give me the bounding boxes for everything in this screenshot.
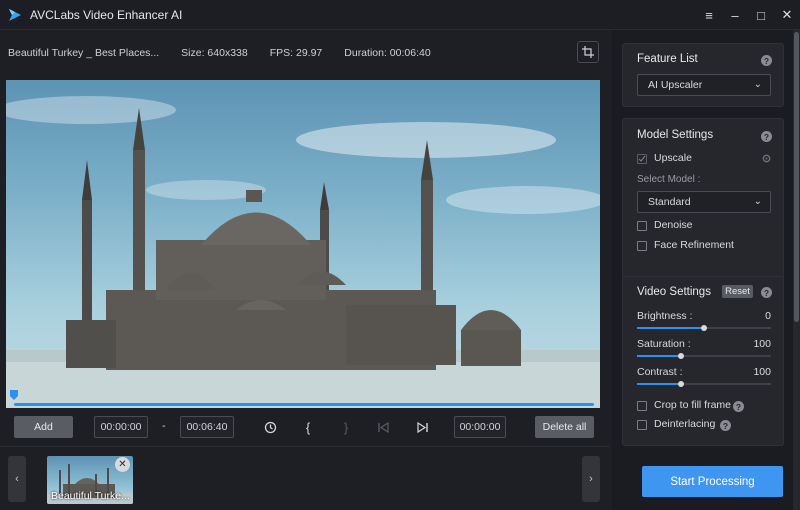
close-icon[interactable]: ✕ bbox=[774, 0, 800, 30]
main-panel: Beautiful Turkey _ Best Places... Size: … bbox=[0, 30, 610, 510]
video-settings-panel: Video Settings Reset ? Brightness : 0 Sa… bbox=[622, 276, 784, 446]
time-separator: - bbox=[162, 420, 166, 432]
brightness-label: Brightness : bbox=[637, 310, 693, 322]
feature-list-title: Feature List bbox=[637, 53, 698, 65]
contrast-fill bbox=[637, 383, 682, 385]
maximize-icon[interactable]: □ bbox=[748, 0, 774, 30]
contrast-knob[interactable] bbox=[678, 381, 685, 387]
reset-button[interactable]: Reset bbox=[722, 285, 753, 298]
feature-list-selected: AI Upscaler bbox=[648, 79, 703, 91]
chevron-down-icon: ⌄ bbox=[753, 79, 762, 90]
strip-prev-button[interactable]: ‹ bbox=[8, 456, 26, 502]
model-settings-panel: Model Settings ? Upscale Select Model : … bbox=[622, 118, 784, 294]
video-fps: FPS: 29.97 bbox=[269, 47, 323, 59]
strip-next-button[interactable]: › bbox=[582, 456, 600, 502]
video-preview[interactable] bbox=[6, 80, 600, 408]
start-time-field[interactable]: 00:00:00 bbox=[94, 416, 148, 438]
skip-next-icon[interactable] bbox=[414, 419, 430, 435]
deinterlace-help-icon[interactable]: ? bbox=[720, 420, 731, 431]
video-settings-help-icon[interactable]: ? bbox=[761, 287, 772, 298]
app-logo-icon bbox=[9, 8, 21, 21]
mark-in-icon[interactable]: { bbox=[300, 419, 316, 435]
title-bar: AVCLabs Video Enhancer AI ≡ – □ ✕ bbox=[0, 0, 800, 30]
upscale-settings-gear-icon[interactable] bbox=[761, 153, 772, 167]
current-time-field[interactable]: 00:00:00 bbox=[454, 416, 506, 438]
upscale-checkbox[interactable] bbox=[637, 154, 647, 164]
crop-to-fill-checkbox[interactable] bbox=[637, 401, 647, 411]
face-refinement-label: Face Refinement bbox=[654, 239, 734, 251]
crop-to-fill-label: Crop to fill frame bbox=[654, 399, 732, 411]
saturation-knob[interactable] bbox=[678, 353, 685, 359]
minimize-icon[interactable]: – bbox=[722, 0, 748, 30]
settings-sidebar: Feature List ? AI Upscaler ⌄ Model Setti… bbox=[612, 30, 800, 510]
video-info-bar: Beautiful Turkey _ Best Places... Size: … bbox=[8, 46, 453, 60]
brightness-fill bbox=[637, 327, 704, 329]
remove-thumbnail-icon[interactable]: ✕ bbox=[115, 457, 130, 472]
model-select[interactable]: Standard ⌄ bbox=[637, 191, 771, 213]
contrast-value: 100 bbox=[753, 366, 771, 378]
chevron-down-icon: ⌄ bbox=[753, 196, 762, 207]
denoise-label: Denoise bbox=[654, 219, 693, 231]
brightness-knob[interactable] bbox=[701, 325, 707, 331]
sidebar-scrollbar[interactable] bbox=[793, 30, 800, 510]
menu-icon[interactable]: ≡ bbox=[696, 0, 722, 30]
denoise-checkbox[interactable] bbox=[637, 221, 647, 231]
app-title: AVCLabs Video Enhancer AI bbox=[30, 7, 183, 22]
mosque-scene bbox=[6, 96, 600, 408]
thumbnail-label: Beautiful Turke... bbox=[51, 490, 130, 502]
face-refinement-checkbox[interactable] bbox=[637, 241, 647, 251]
window-controls: ≡ – □ ✕ bbox=[696, 0, 800, 30]
timeline-track[interactable] bbox=[14, 403, 594, 406]
skip-previous-icon[interactable] bbox=[375, 419, 391, 435]
upscale-label: Upscale bbox=[654, 152, 692, 164]
model-selected: Standard bbox=[648, 196, 691, 208]
deinterlacing-label: Deinterlacing bbox=[654, 418, 716, 430]
video-settings-title: Video Settings bbox=[637, 286, 711, 298]
saturation-label: Saturation : bbox=[637, 338, 691, 350]
saturation-value: 100 bbox=[753, 338, 771, 350]
feature-list-select[interactable]: AI Upscaler ⌄ bbox=[637, 74, 771, 96]
end-time-field[interactable]: 00:06:40 bbox=[180, 416, 234, 438]
crop-icon bbox=[582, 46, 594, 58]
delete-all-button[interactable]: Delete all bbox=[535, 416, 594, 438]
video-filename: Beautiful Turkey _ Best Places... bbox=[8, 47, 160, 59]
start-processing-button[interactable]: Start Processing bbox=[642, 466, 783, 497]
mark-out-icon[interactable]: } bbox=[338, 419, 354, 435]
model-settings-help-icon[interactable]: ? bbox=[761, 131, 772, 142]
playback-controls: Add 00:00:00 - 00:06:40 { } 00:00:00 Del… bbox=[0, 416, 610, 438]
add-button[interactable]: Add bbox=[14, 416, 73, 438]
scrollbar-thumb[interactable] bbox=[794, 32, 799, 322]
feature-list-help-icon[interactable]: ? bbox=[761, 55, 772, 66]
crop-button[interactable] bbox=[577, 41, 599, 63]
crop-help-icon[interactable]: ? bbox=[733, 401, 744, 412]
select-model-label: Select Model : bbox=[637, 174, 701, 185]
thumbnail-strip: ‹ Beautiful Turke... ✕ › bbox=[0, 446, 610, 510]
model-settings-title: Model Settings bbox=[637, 129, 714, 141]
playhead-marker-icon[interactable] bbox=[10, 390, 18, 400]
video-duration: Duration: 00:06:40 bbox=[344, 47, 431, 59]
brightness-value: 0 bbox=[765, 310, 771, 322]
video-size: Size: 640x338 bbox=[181, 47, 248, 59]
deinterlacing-checkbox[interactable] bbox=[637, 420, 647, 430]
history-icon[interactable] bbox=[262, 419, 278, 435]
contrast-label: Contrast : bbox=[637, 366, 683, 378]
feature-list-panel: Feature List ? AI Upscaler ⌄ bbox=[622, 43, 784, 107]
saturation-fill bbox=[637, 355, 682, 357]
